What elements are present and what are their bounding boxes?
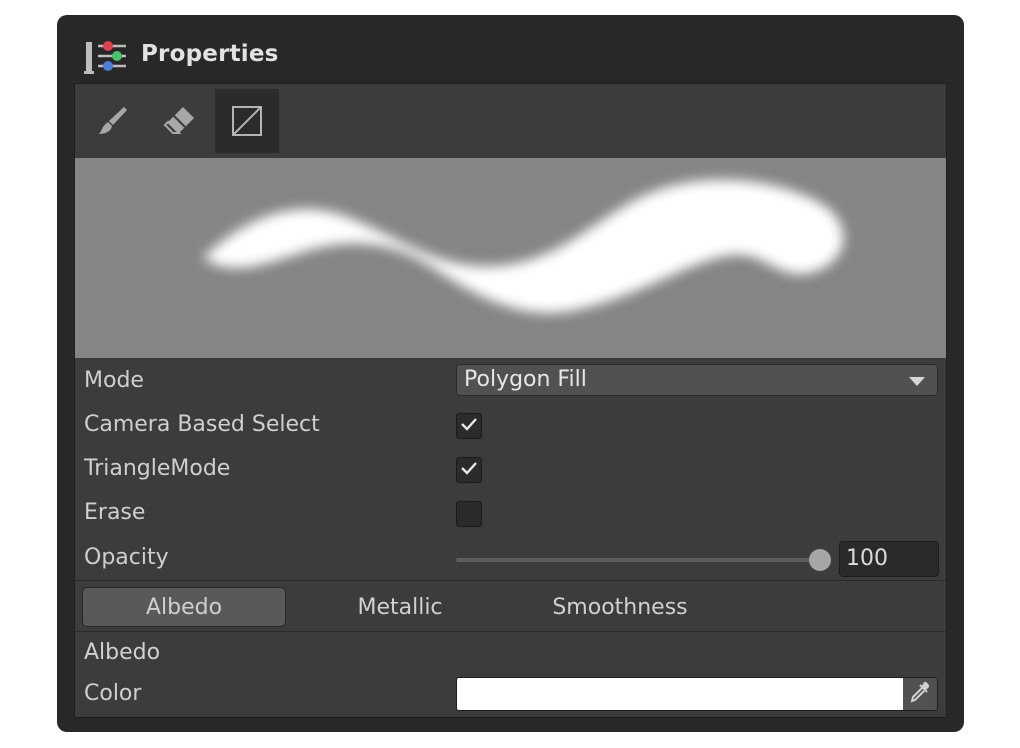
opacity-label: Opacity [84,545,169,570]
properties-panel: Mode Polygon Fill Camera Based Select Tr… [74,83,947,718]
brush-stroke-image [203,179,844,313]
tab-metallic[interactable]: Metallic [298,587,502,627]
mode-row: Mode Polygon Fill [75,360,946,404]
color-field [456,677,938,711]
checkmark-icon [460,460,478,480]
opacity-input[interactable]: 100 [839,541,939,577]
tab-smoothness[interactable]: Smoothness [515,587,725,627]
opacity-row: Opacity 100 [75,536,946,582]
mode-label: Mode [84,368,144,393]
divider [75,631,946,632]
dropdown-arrow-icon [909,377,925,386]
eraser-tool-button[interactable] [147,89,211,153]
mode-dropdown-value: Polygon Fill [464,367,587,392]
eyedropper-icon [908,680,932,708]
color-swatch[interactable] [457,678,904,710]
camera-based-select-row: Camera Based Select [75,404,946,448]
opacity-slider-track[interactable] [456,558,820,562]
brush-tool-button[interactable] [80,89,144,153]
color-label: Color [84,681,142,706]
checkmark-icon [460,416,478,436]
properties-window: Properties Mode Polygon Fill Camera Base… [57,15,964,732]
camera-based-select-checkbox[interactable] [456,413,482,439]
triangle-mode-checkbox[interactable] [456,457,482,483]
triangle-mode-row: TriangleMode [75,448,946,492]
triangle-mode-label: TriangleMode [84,456,231,481]
polygon-fill-icon [230,104,264,138]
properties-sliders-icon [84,40,128,76]
section-title-albedo: Albedo [84,640,161,665]
opacity-value: 100 [846,546,888,571]
mode-dropdown[interactable]: Polygon Fill [456,364,938,396]
camera-based-select-label: Camera Based Select [84,412,320,437]
polygon-fill-tool-button[interactable] [215,89,279,153]
tab-albedo[interactable]: Albedo [82,587,286,627]
eraser-icon [162,104,196,138]
material-channel-tabs: Albedo Metallic Smoothness [75,581,946,629]
erase-row: Erase [75,492,946,536]
brush-stroke-preview [75,158,946,358]
window-title: Properties [141,41,279,67]
eyedropper-button[interactable] [903,678,937,710]
erase-checkbox[interactable] [456,501,482,527]
tool-toolbar [75,84,946,157]
opacity-slider-handle[interactable] [809,549,831,571]
erase-label: Erase [84,500,146,525]
brush-icon [95,104,129,138]
title-bar: Properties [57,15,964,83]
